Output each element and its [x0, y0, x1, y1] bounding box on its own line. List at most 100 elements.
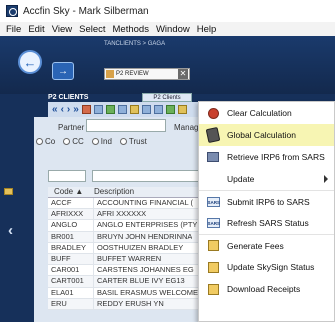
table-row[interactable]: ERU REDDY ERUSH YN [48, 298, 214, 310]
back-arrow-icon: ← [23, 54, 37, 70]
menu-item-label: Download Receipts [227, 284, 301, 294]
cell-code: BR001 [48, 231, 94, 242]
sars-icon: SARS [206, 218, 220, 228]
cell-code: ANGLO [48, 220, 94, 231]
header-band: ← → TANCLIENTS > GAGA P2 REVIEW ✕ [0, 36, 335, 94]
cell-description: ANGLO ENTERPRISES (PTY [97, 220, 198, 230]
skysign-icon [207, 261, 219, 273]
menu-item-label: Update SkySign Status [227, 262, 315, 272]
partner-label: Partner [58, 123, 85, 132]
menu-item-update[interactable]: Update [199, 168, 334, 190]
table-row[interactable]: BRADLEY OOSTHUIZEN BRADLEY [48, 242, 214, 254]
fees-icon [207, 240, 219, 251]
cell-code: BRADLEY [48, 242, 94, 253]
table-row[interactable]: ELA01 BASIL ERASMUS WELCOME [48, 287, 214, 299]
toolbar-action-icon[interactable] [81, 105, 91, 114]
client-grid: ACCF ACCOUNTING FINANCIAL ( AFRIXXX AFRI X… [48, 198, 214, 310]
title-bar: Accfin Sky - Mark Silberman [0, 0, 335, 22]
table-row[interactable]: CART001 CARTER BLUE IVY EG13 [48, 276, 214, 288]
toolbar-action-icon[interactable] [153, 105, 163, 114]
radio-ind[interactable]: Ind [91, 137, 112, 146]
menu-item-submit-irp6[interactable]: SARS Submit IRP6 to SARS [199, 190, 334, 212]
menu-item-retrieve-irp6[interactable]: Retrieve IRP6 from SARS [199, 146, 334, 168]
collapse-panel-icon[interactable]: ‹ [8, 222, 13, 239]
menu-item-label: Generate Fees [227, 240, 284, 251]
cell-description: ACCOUNTING FINANCIAL ( [97, 198, 193, 207]
calculator-icon [205, 126, 221, 144]
back-button[interactable]: ← [18, 50, 42, 74]
next-page-icon[interactable]: › [67, 104, 70, 115]
menu-bar: File Edit View Select Methods Window Hel… [0, 22, 335, 36]
cell-description: OOSTHUIZEN BRADLEY [97, 242, 184, 252]
cell-description: BUFFET WARREN [97, 253, 162, 263]
folder-icon [4, 188, 13, 195]
clear-icon [207, 107, 219, 119]
cell-code: CAR001 [48, 265, 94, 276]
menu-item-label: Retrieve IRP6 from SARS [227, 152, 325, 162]
menu-item-clear-calculation[interactable]: Clear Calculation [199, 102, 334, 124]
radio-circle-icon [119, 138, 127, 145]
table-row[interactable]: AFRIXXX AFRI XXXXXX [48, 209, 214, 221]
app-logo-icon [6, 5, 18, 17]
table-row[interactable]: BR001 BRUYN JOHN HENDRINNA [48, 231, 214, 243]
menu-file[interactable]: File [6, 24, 21, 35]
menu-select[interactable]: Select [79, 24, 105, 35]
menu-item-update-skysign-status[interactable]: Update SkySign Status [199, 256, 334, 278]
toolbar-action-icon[interactable] [141, 105, 151, 114]
code-search-input[interactable] [48, 170, 86, 182]
column-code[interactable]: Code ▲ [48, 187, 94, 197]
table-row[interactable]: BUFF BUFFET WARREN [48, 253, 214, 266]
table-row[interactable]: ACCF ACCOUNTING FINANCIAL ( [48, 198, 214, 210]
sort-ascending-icon: ▲ [75, 187, 84, 196]
menu-view[interactable]: View [52, 24, 72, 35]
radio-ind-label: Ind [100, 137, 112, 146]
radio-cc[interactable]: CC [63, 137, 84, 146]
menu-item-global-calculation[interactable]: Global Calculation [199, 124, 334, 146]
menu-item-download-receipts[interactable]: Download Receipts [199, 278, 334, 300]
prev-page-icon[interactable]: ‹ [61, 104, 64, 115]
cell-code: ERU [48, 298, 94, 309]
receipt-icon [207, 283, 219, 295]
radio-circle-icon [36, 138, 43, 145]
close-icon[interactable]: ✕ [178, 69, 188, 79]
table-row[interactable]: CAR001 CARSTENS JOHANNES EG [48, 265, 214, 277]
radio-circle-icon [63, 138, 71, 145]
grid-header: Code ▲ Description [48, 187, 214, 198]
toolbar-action-icon[interactable] [105, 105, 115, 114]
review-icon [106, 70, 114, 78]
review-tab[interactable]: P2 REVIEW ✕ [104, 68, 190, 80]
first-page-icon[interactable]: « [52, 104, 58, 115]
forward-arrow-icon: → [58, 65, 68, 77]
description-search-input[interactable] [92, 170, 212, 182]
radio-co[interactable]: Co [36, 137, 55, 146]
menu-edit[interactable]: Edit [28, 24, 44, 35]
last-page-icon[interactable]: » [73, 104, 79, 115]
menu-item-refresh-sars-status[interactable]: SARS Refresh SARS Status [199, 212, 334, 234]
menu-item-label: Submit IRP6 to SARS [227, 196, 310, 207]
column-description[interactable]: Description [94, 187, 134, 197]
toolbar-action-icon[interactable] [117, 105, 127, 114]
menu-methods[interactable]: Methods [113, 24, 149, 35]
tab-p2-clients[interactable]: P2 Clients [142, 93, 192, 102]
partner-input[interactable] [86, 119, 166, 132]
menu-window[interactable]: Window [156, 24, 190, 35]
forward-button[interactable]: → [52, 62, 74, 80]
cell-description: REDDY ERUSH YN [97, 298, 164, 308]
client-list-panel: Partner Manage Co CC Ind Trust Code ▲ De… [34, 117, 214, 322]
menu-help[interactable]: Help [197, 24, 217, 35]
toolbar-action-icon[interactable] [129, 105, 139, 114]
sars-icon: SARS [206, 196, 220, 207]
cell-description: CARSTENS JOHANNES EG [97, 265, 194, 275]
menu-item-label: Global Calculation [227, 130, 296, 140]
toolbar-action-icon[interactable] [93, 105, 103, 114]
toolbar-action-icon[interactable] [165, 105, 175, 114]
panel-title: P2 CLIENTS [48, 94, 89, 101]
radio-trust[interactable]: Trust [119, 137, 147, 146]
menu-item-generate-fees[interactable]: Generate Fees [199, 234, 334, 256]
table-row[interactable]: ANGLO ANGLO ENTERPRISES (PTY [48, 220, 214, 232]
cell-code: ELA01 [48, 287, 94, 298]
toolbar-action-icon[interactable] [177, 105, 187, 114]
cell-description: BRUYN JOHN HENDRINNA [97, 231, 193, 241]
cell-code: BUFF [48, 253, 94, 265]
cell-code: CART001 [48, 276, 94, 287]
